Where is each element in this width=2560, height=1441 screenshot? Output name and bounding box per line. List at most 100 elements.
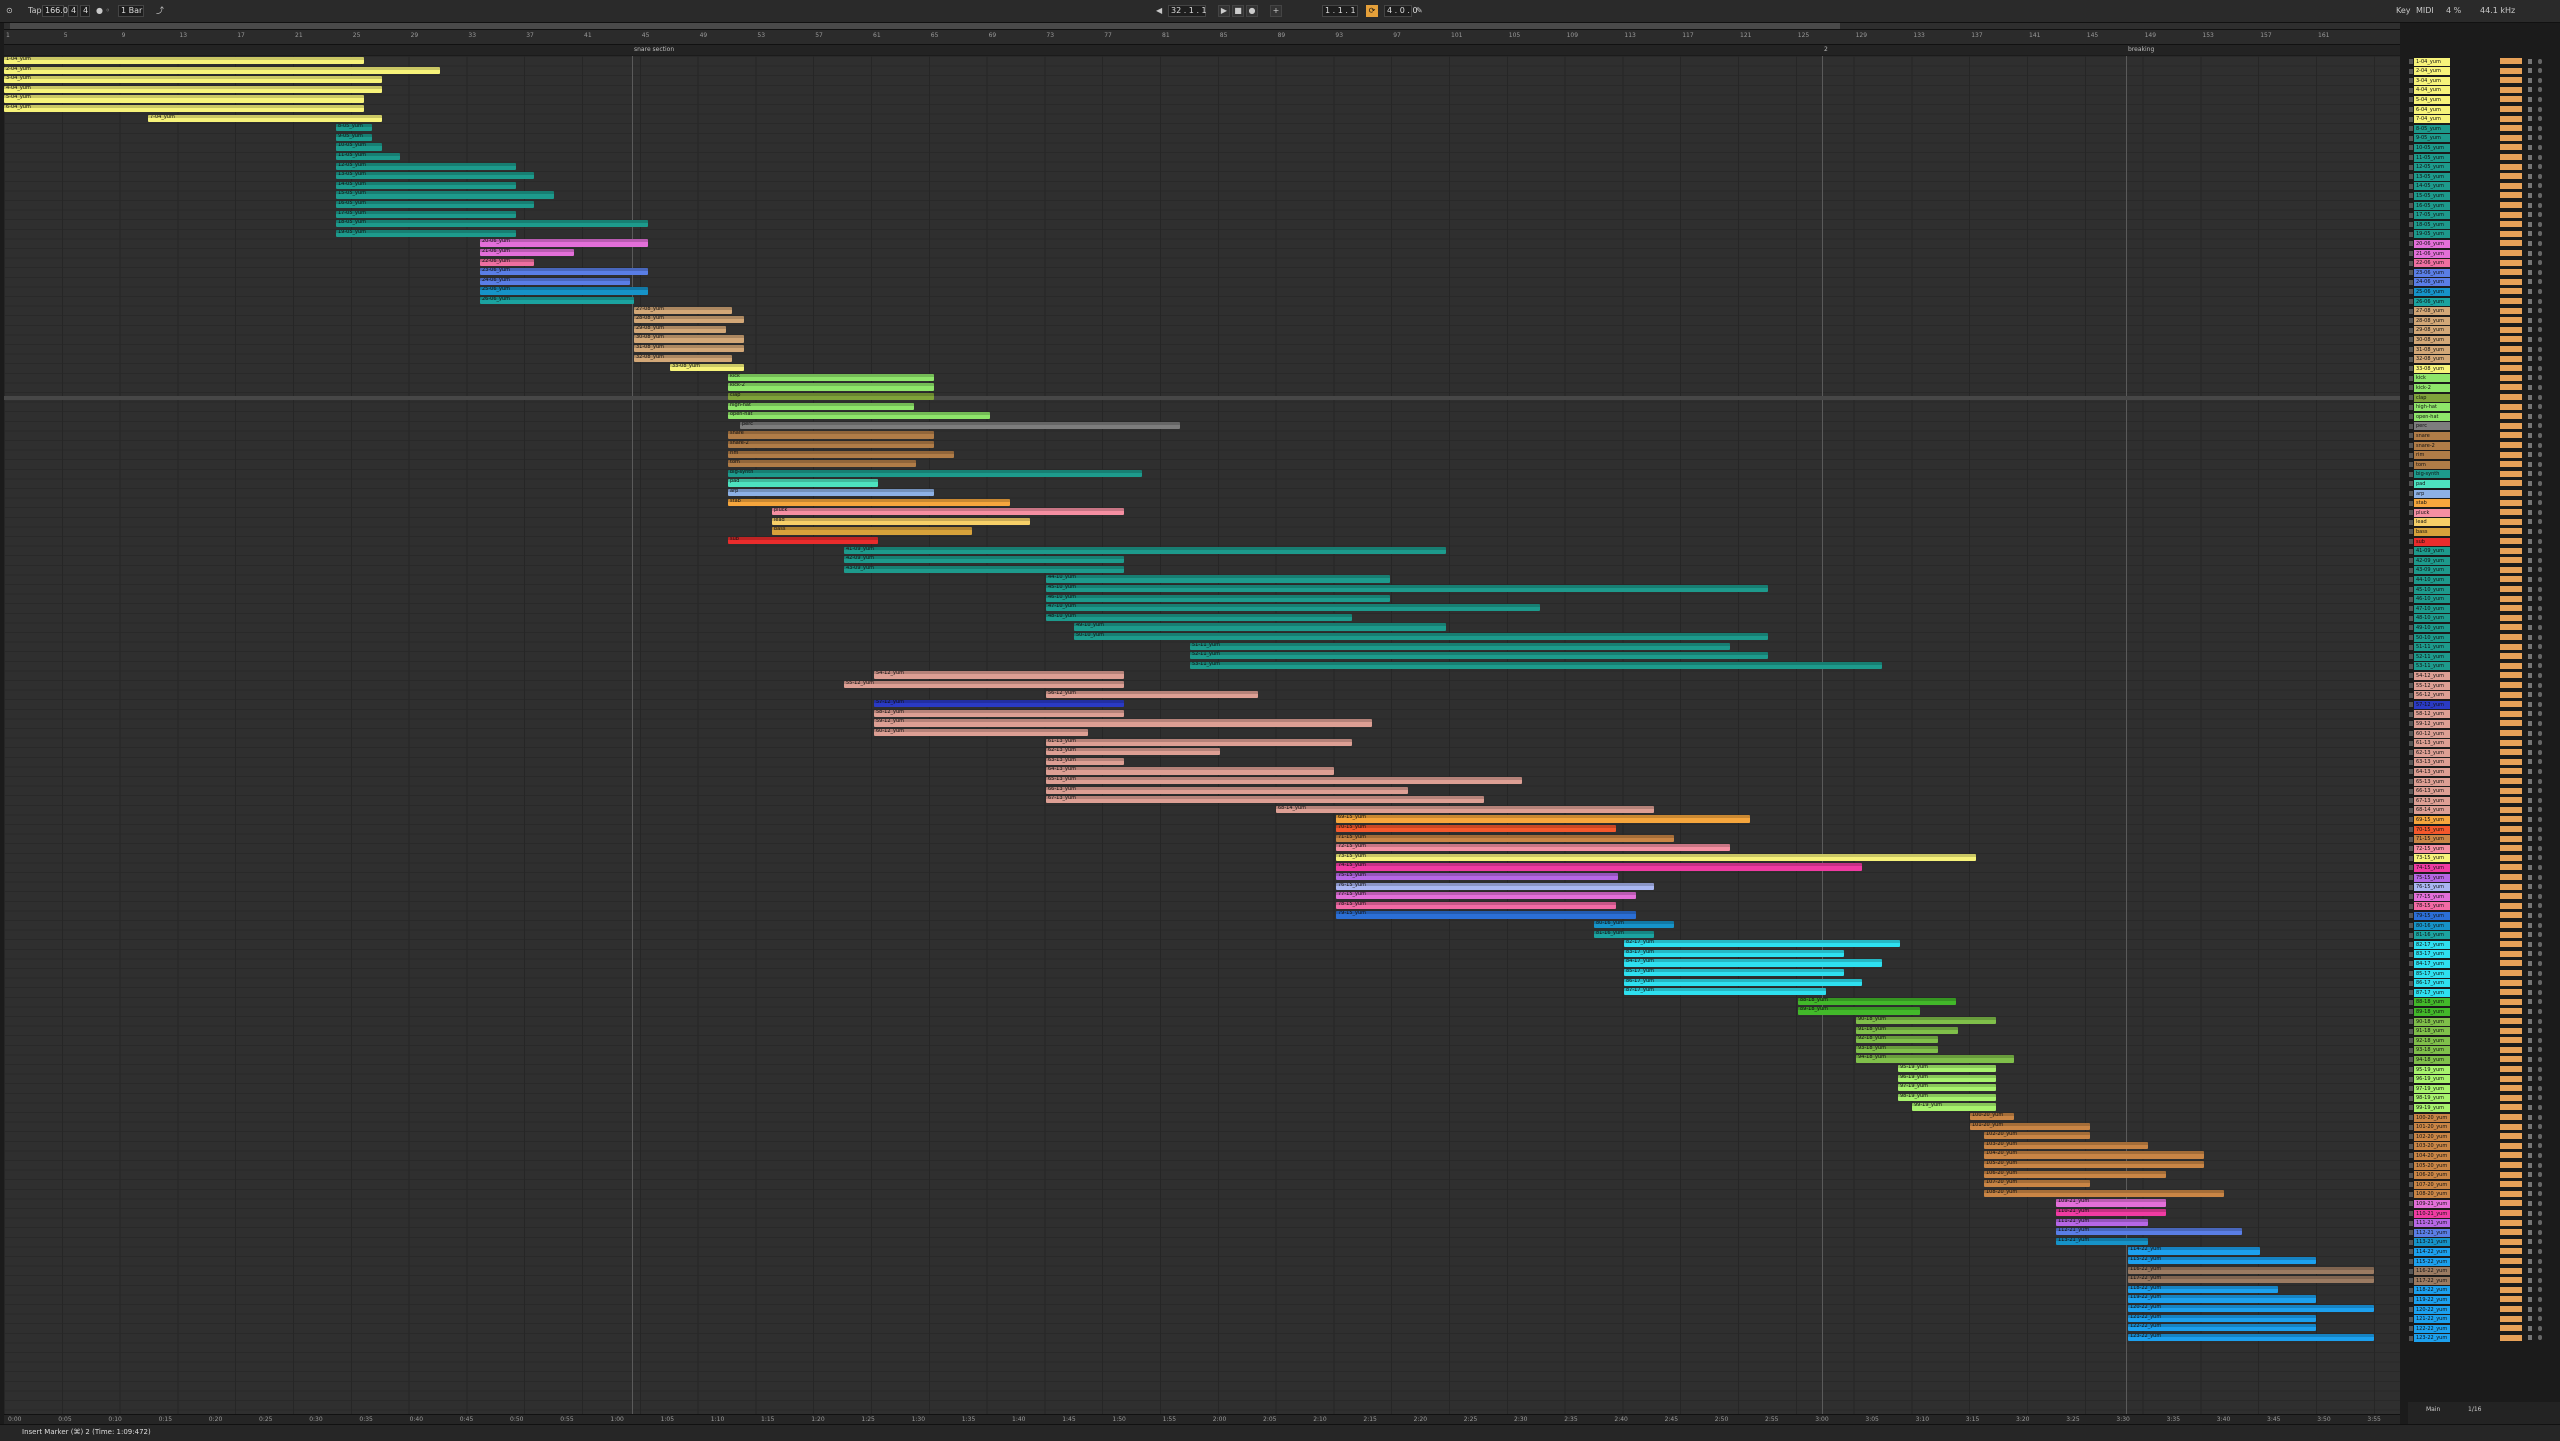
track-name[interactable]: 91-18_yum: [2414, 1027, 2450, 1036]
track-volume-slider[interactable]: [2500, 106, 2522, 112]
track-activator-button[interactable]: [2528, 903, 2532, 909]
arrangement-clip[interactable]: 30-08_yum: [634, 335, 744, 343]
track-header[interactable]: clap: [2408, 393, 2560, 403]
track-volume-slider[interactable]: [2500, 1142, 2522, 1149]
arrangement-clip[interactable]: 22-06_yum: [480, 258, 534, 266]
track-fold-icon[interactable]: [2409, 577, 2413, 583]
track-header[interactable]: 120-22_yum: [2408, 1305, 2560, 1315]
track-fold-icon[interactable]: [2409, 587, 2413, 592]
track-name[interactable]: 67-13_yum: [2414, 796, 2450, 805]
track-fold-icon[interactable]: [2409, 241, 2413, 247]
arrangement-clip[interactable]: 33-08_yum: [670, 364, 744, 372]
track-name[interactable]: open-hat: [2414, 412, 2450, 421]
track-fold-icon[interactable]: [2409, 827, 2413, 832]
track-activator-button[interactable]: [2528, 1296, 2532, 1302]
track-fold-icon[interactable]: [2409, 567, 2413, 573]
track-name[interactable]: 96-19_yum: [2414, 1075, 2450, 1084]
track-header[interactable]: 97-19_yum: [2408, 1084, 2560, 1094]
track-name[interactable]: 107-20_yum: [2414, 1180, 2450, 1189]
track-volume-slider[interactable]: [2500, 989, 2522, 996]
track-fold-icon[interactable]: [2409, 702, 2413, 708]
track-name[interactable]: 111-21_yum: [2414, 1219, 2450, 1228]
track-activator-button[interactable]: [2528, 68, 2532, 74]
track-header[interactable]: 27-08_yum: [2408, 307, 2560, 317]
track-arm-button[interactable]: [2538, 68, 2542, 74]
track-arm-button[interactable]: [2538, 1037, 2542, 1043]
beat-time-ruler[interactable]: 1 5 9 13 17 21 25 29 33 37 41 45 49 53 57 61 65 69 73 77 81 8…: [4, 30, 2400, 45]
track-header[interactable]: 50-10_yum: [2408, 633, 2560, 643]
track-fold-icon[interactable]: [2409, 644, 2413, 650]
track-volume-slider[interactable]: [2500, 259, 2522, 266]
track-fold-icon[interactable]: [2409, 299, 2413, 304]
track-volume-slider[interactable]: [2500, 1210, 2522, 1216]
arrangement-clip[interactable]: 70-15_yum: [1336, 825, 1616, 833]
track-header[interactable]: 83-17_yum: [2408, 950, 2560, 960]
arrangement-clip[interactable]: kick: [728, 373, 934, 381]
track-header[interactable]: 78-15_yum: [2408, 902, 2560, 912]
tempo-field[interactable]: 166.00: [42, 5, 73, 17]
track-fold-icon[interactable]: [2409, 126, 2413, 132]
track-header[interactable]: 4-04_yum: [2408, 86, 2560, 96]
arrangement-clip[interactable]: 103-20_yum: [1984, 1141, 2148, 1149]
track-volume-slider[interactable]: [2500, 1018, 2522, 1024]
track-fold-icon[interactable]: [2409, 990, 2413, 996]
track-fold-icon[interactable]: [2409, 519, 2413, 525]
track-header[interactable]: 96-19_yum: [2408, 1075, 2560, 1085]
track-name[interactable]: 82-17_yum: [2414, 940, 2450, 949]
track-header[interactable]: 115-22_yum: [2408, 1257, 2560, 1267]
track-header[interactable]: kick: [2408, 374, 2560, 384]
track-header[interactable]: 119-22_yum: [2408, 1295, 2560, 1305]
track-activator-button[interactable]: [2528, 548, 2532, 554]
track-name[interactable]: 83-17_yum: [2414, 950, 2450, 959]
arrangement-clip[interactable]: 19-05_yum: [336, 229, 516, 237]
track-volume-slider[interactable]: [2500, 1325, 2522, 1332]
arrangement-clip[interactable]: 81-16_yum: [1594, 930, 1654, 938]
track-name[interactable]: 16-05_yum: [2414, 201, 2450, 210]
track-name[interactable]: 90-18_yum: [2414, 1017, 2450, 1026]
track-header[interactable]: arp: [2408, 489, 2560, 499]
track-header[interactable]: 107-20_yum: [2408, 1180, 2560, 1190]
track-fold-icon[interactable]: [2409, 414, 2413, 420]
track-fold-icon[interactable]: [2409, 875, 2413, 880]
track-volume-slider[interactable]: [2500, 1008, 2522, 1015]
track-arm-button[interactable]: [2538, 1143, 2542, 1149]
track-name[interactable]: high-hat: [2414, 403, 2450, 412]
track-name[interactable]: 27-08_yum: [2414, 307, 2450, 316]
arrangement-view[interactable]: 1-04_yum 2-04_yum 3-04_yum 4-04_yum 5-04_yum…: [4, 56, 2400, 1414]
arrangement-clip[interactable]: 105-20_yum: [1984, 1161, 2204, 1169]
track-activator-button[interactable]: [2528, 605, 2532, 611]
track-volume-slider[interactable]: [2500, 451, 2522, 458]
track-activator-button[interactable]: [2528, 1095, 2532, 1101]
track-volume-slider[interactable]: [2500, 278, 2522, 285]
track-fold-icon[interactable]: [2409, 308, 2413, 314]
track-arm-button[interactable]: [2538, 1296, 2542, 1302]
arrangement-clip[interactable]: 91-18_yum: [1856, 1026, 1958, 1034]
track-header[interactable]: 25-06_yum: [2408, 287, 2560, 297]
arrangement-clip[interactable]: 90-18_yum: [1856, 1017, 1996, 1025]
track-volume-slider[interactable]: [2500, 173, 2522, 180]
track-volume-slider[interactable]: [2500, 1171, 2522, 1178]
play-button[interactable]: ▶: [1218, 5, 1230, 17]
track-header[interactable]: 8-05_yum: [2408, 124, 2560, 134]
track-activator-button[interactable]: [2528, 576, 2532, 582]
track-activator-button[interactable]: [2528, 845, 2532, 851]
track-header[interactable]: 31-08_yum: [2408, 345, 2560, 355]
track-fold-icon[interactable]: [2409, 817, 2413, 823]
track-header[interactable]: 95-19_yum: [2408, 1065, 2560, 1075]
track-activator-button[interactable]: [2528, 500, 2532, 506]
tap-tempo-button[interactable]: Tap: [28, 5, 42, 17]
track-arm-button[interactable]: [2538, 432, 2542, 438]
arrangement-clip[interactable]: 55-12_yum: [844, 681, 1124, 689]
track-arm-button[interactable]: [2538, 346, 2542, 352]
track-header[interactable]: 87-17_yum: [2408, 988, 2560, 998]
arrangement-clip[interactable]: 69-15_yum: [1336, 815, 1750, 823]
track-arm-button[interactable]: [2538, 653, 2542, 659]
track-volume-slider[interactable]: [2500, 662, 2522, 669]
track-activator-button[interactable]: [2528, 624, 2532, 630]
track-arm-button[interactable]: [2538, 538, 2542, 544]
track-arm-button[interactable]: [2538, 778, 2542, 784]
track-name[interactable]: 1-04_yum: [2414, 57, 2450, 66]
track-arm-button[interactable]: [2538, 1248, 2542, 1254]
arrangement-clip[interactable]: 21-06_yum: [480, 249, 574, 257]
track-activator-button[interactable]: [2528, 202, 2532, 208]
